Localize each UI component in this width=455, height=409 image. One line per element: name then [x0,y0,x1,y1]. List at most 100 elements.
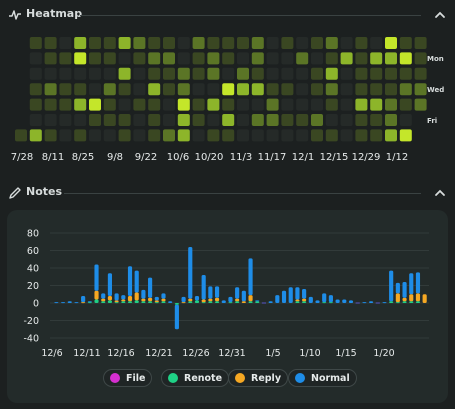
heatmap-cell[interactable] [340,83,353,96]
heatmap-cell[interactable] [222,83,235,96]
legend-reply[interactable]: Reply [228,369,289,387]
heatmap-cell[interactable] [177,129,190,142]
heatmap-cell[interactable] [296,37,309,49]
heatmap-cell[interactable] [266,83,279,96]
heatmap-cell[interactable] [207,129,220,142]
heatmap-cell[interactable] [311,37,323,49]
heatmap-cell[interactable] [355,67,368,80]
heatmap-cell[interactable] [399,83,412,96]
heatmap-cell[interactable] [237,52,249,65]
bar-renote[interactable] [161,301,166,303]
bar-normal[interactable] [315,300,320,303]
heatmap-cell[interactable] [281,129,294,142]
bar-normal[interactable] [168,301,173,303]
heatmap-cell[interactable] [222,37,235,49]
heatmap-cell[interactable] [103,83,116,96]
heatmap-cell[interactable] [207,52,220,65]
heatmap-cell[interactable] [251,37,264,49]
heatmap-cell[interactable] [207,114,220,126]
heatmap-cell[interactable] [133,67,146,80]
bar-reply[interactable] [134,292,139,301]
heatmap-cell[interactable] [385,98,397,111]
heatmap-cell[interactable] [340,67,353,80]
heatmap-cell[interactable] [414,37,427,49]
heatmap-cell[interactable] [385,114,397,126]
heatmap-cell[interactable] [148,83,161,96]
heatmap-cell[interactable] [148,67,161,80]
heatmap-cell[interactable] [399,98,412,111]
heatmap-cell[interactable] [251,52,264,65]
heatmap-cell[interactable] [311,83,323,96]
heatmap-cell[interactable] [44,98,57,111]
bar-normal[interactable] [322,293,327,303]
heatmap-cell[interactable] [399,67,412,80]
heatmap-cell[interactable] [385,52,397,65]
bar-normal[interactable] [154,296,159,301]
bar-normal[interactable] [255,300,260,302]
bar-renote[interactable] [328,302,333,304]
heatmap-cell[interactable] [177,67,190,80]
bar-renote[interactable] [114,302,119,304]
heatmap-cell[interactable] [29,129,42,142]
bar-reply[interactable] [141,298,146,302]
heatmap-cell[interactable] [355,83,368,96]
bar-reply[interactable] [295,299,300,302]
bar-normal[interactable] [141,289,146,299]
heatmap-cell[interactable] [103,37,116,49]
heatmap-cell[interactable] [74,37,87,49]
heatmap-cell[interactable] [414,98,427,111]
heatmap-cell[interactable] [133,83,146,96]
heatmap-cell[interactable] [207,98,220,111]
heatmap-cell[interactable] [177,52,190,65]
bar-renote[interactable] [248,301,253,303]
bar-normal[interactable] [235,287,240,299]
bar-normal[interactable] [81,296,86,303]
bar-normal[interactable] [87,301,92,303]
heatmap-cell[interactable] [103,67,116,80]
heatmap-cell[interactable] [399,114,412,126]
bar-normal[interactable] [402,282,407,298]
heatmap-cell[interactable] [163,83,175,96]
heatmap-cell[interactable] [325,129,338,142]
heatmap-cell[interactable] [89,67,101,80]
bar-reply[interactable] [114,300,119,303]
heatmap-cell[interactable] [89,114,101,126]
heatmap-cell[interactable] [222,67,235,80]
heatmap-cell[interactable] [89,83,101,96]
bar-renote[interactable] [107,300,112,303]
heatmap-cell[interactable] [103,52,116,65]
heatmap-cell[interactable] [177,83,190,96]
heatmap-cell[interactable] [266,67,279,80]
heatmap-cell[interactable] [59,37,72,49]
heatmap-cell[interactable] [89,37,101,49]
heatmap-cell[interactable] [192,52,205,65]
heatmap-cell[interactable] [385,67,397,80]
heatmap-cell[interactable] [133,52,146,65]
bar-normal[interactable] [181,296,186,303]
heatmap-cell[interactable] [163,37,175,49]
bar-renote[interactable] [214,301,220,303]
legend-normal[interactable]: Normal [288,369,357,387]
bar-normal[interactable] [127,266,133,296]
heatmap-cell[interactable] [237,67,249,80]
bar-reply[interactable] [201,299,206,303]
heatmap-cell[interactable] [74,52,87,65]
bar-normal[interactable] [174,304,179,330]
bar-reply[interactable] [402,297,407,302]
bar-renote[interactable] [201,302,206,304]
heatmap-cell[interactable] [118,129,131,142]
heatmap-cell[interactable] [44,37,57,49]
heatmap-cell[interactable] [296,114,309,126]
bar-reply[interactable] [409,294,414,302]
bar-renote[interactable] [389,301,394,303]
heatmap-cell[interactable] [355,114,368,126]
heatmap-cell[interactable] [251,98,264,111]
heatmap-cell[interactable] [266,129,279,142]
bar-renote[interactable] [409,301,414,303]
bar-reply[interactable] [81,302,86,304]
heatmap-cell[interactable] [370,37,383,49]
bar-renote[interactable] [402,301,407,303]
heatmap-cell[interactable] [44,114,57,126]
bar-renote[interactable] [127,301,133,303]
heatmap-cell[interactable] [148,129,161,142]
